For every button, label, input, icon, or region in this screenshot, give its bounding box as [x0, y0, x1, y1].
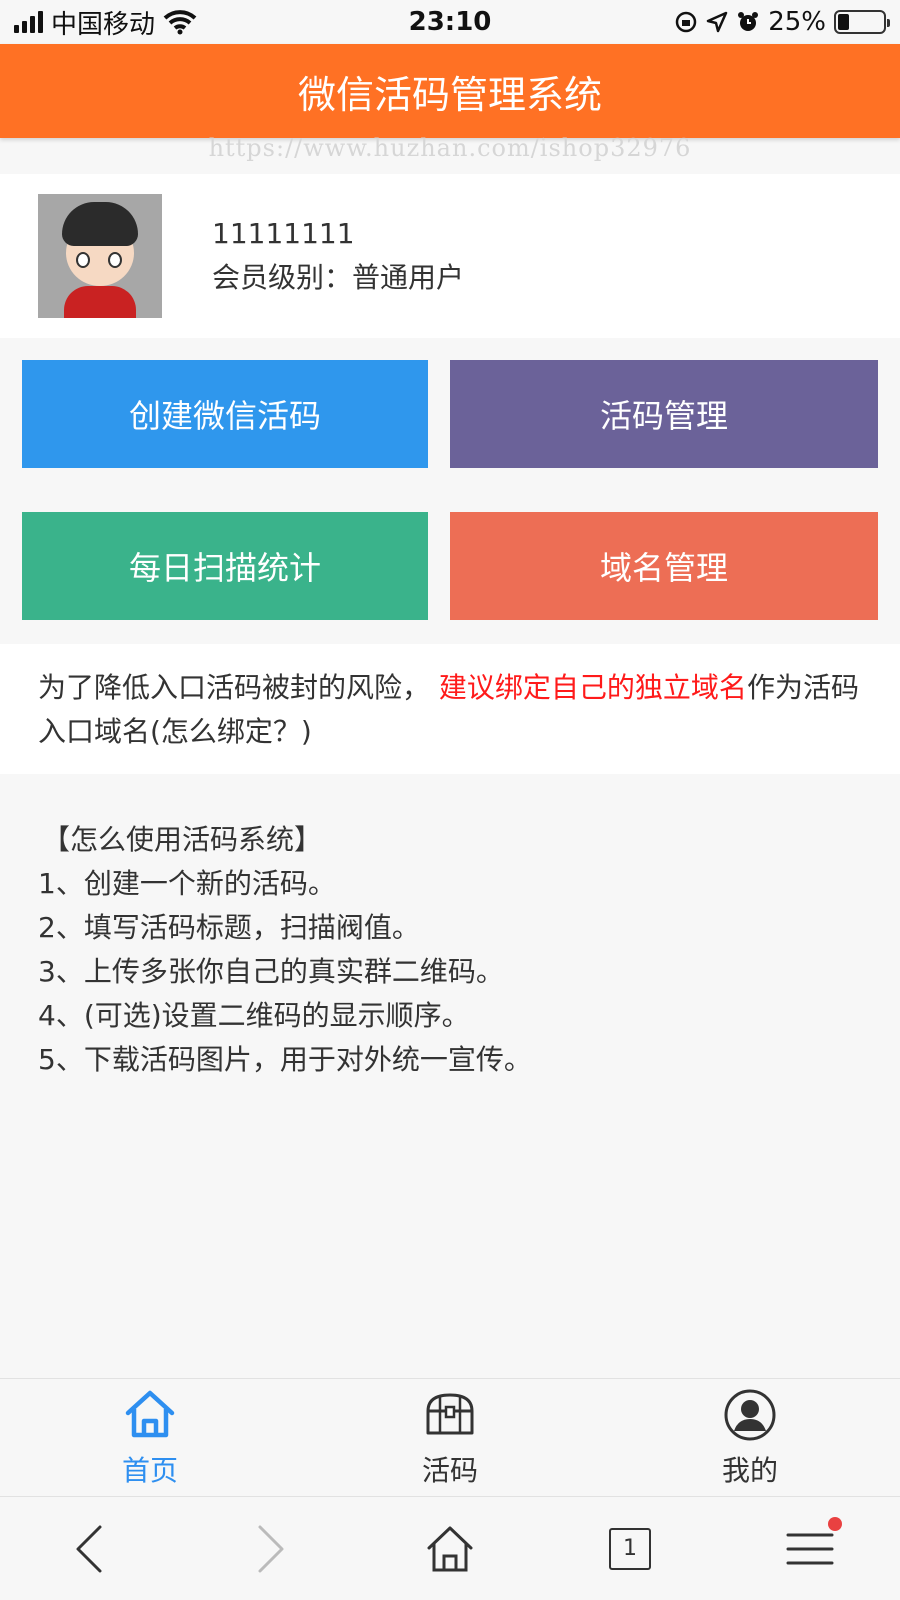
treasure-chest-icon — [426, 1393, 474, 1434]
username: 11111111 — [212, 217, 355, 250]
daily-scan-stats-button[interactable]: 每日扫描统计 — [22, 512, 428, 620]
create-code-button[interactable]: 创建微信活码 — [22, 360, 428, 468]
tab-count: 1 — [609, 1527, 651, 1570]
menu-icon — [786, 1533, 834, 1564]
browser-home-button[interactable] — [410, 1509, 490, 1589]
user-icon — [724, 1389, 776, 1440]
signal-icon — [14, 11, 43, 33]
location-icon — [706, 11, 728, 33]
tab-codes[interactable]: 活码 — [350, 1387, 550, 1489]
app-header: 微信活码管理系统 — [0, 44, 900, 138]
home-outline-icon — [427, 1526, 473, 1571]
guide-step: 4、(可选)设置二维码的显示顺序。 — [38, 999, 470, 1032]
guide-step: 3、上传多张你自己的真实群二维码。 — [38, 955, 504, 988]
guide-step: 1、创建一个新的活码。 — [38, 867, 336, 900]
notice-text: 为了降低入口活码被封的风险， — [38, 671, 431, 704]
tab-codes-label: 活码 — [421, 1453, 478, 1487]
page-title: 微信活码管理系统 — [297, 72, 602, 117]
menu-button[interactable] — [770, 1509, 850, 1589]
guide-title: 【怎么使用活码系统】 — [42, 823, 323, 856]
status-bar: 中国移动 23:10 25% — [0, 0, 900, 44]
battery-percent: 25% — [768, 7, 826, 37]
code-management-button[interactable]: 活码管理 — [450, 360, 878, 468]
domain-management-button[interactable]: 域名管理 — [450, 512, 878, 620]
avatar — [38, 194, 162, 318]
forward-button[interactable] — [230, 1509, 310, 1589]
tab-mine-label: 我的 — [721, 1453, 778, 1487]
action-grid: 创建微信活码 活码管理 每日扫描统计 域名管理 — [22, 360, 878, 622]
member-level: 会员级别：普通用户 — [212, 261, 465, 294]
back-button[interactable] — [50, 1509, 130, 1589]
rotation-lock-icon — [675, 11, 697, 33]
browser-toolbar: 1 — [0, 1496, 900, 1600]
watermark: https://www.huzhan.com/ishop32976 — [208, 134, 692, 162]
profile-card: 11111111 会员级别：普通用户 — [0, 174, 900, 338]
chevron-left-icon — [76, 1525, 102, 1572]
notice-highlight-link[interactable]: 建议绑定自己的独立域名 — [439, 671, 747, 704]
bottom-tab-bar: 首页 活码 我的 — [0, 1378, 900, 1496]
alarm-icon — [738, 12, 759, 31]
guide-step: 5、下载活码图片，用于对外统一宣传。 — [38, 1043, 532, 1076]
notification-dot — [828, 1516, 842, 1531]
domain-notice: 为了降低入口活码被封的风险， 建议绑定自己的独立域名作为活码入口域名(怎么绑定？… — [0, 644, 900, 774]
tab-home-label: 首页 — [121, 1453, 178, 1487]
chevron-right-icon — [258, 1525, 284, 1572]
home-icon — [125, 1390, 175, 1437]
tab-home[interactable]: 首页 — [50, 1387, 250, 1489]
usage-guide: 【怎么使用活码系统】 1、创建一个新的活码。 2、填写活码标题，扫描阀值。 3、… — [0, 796, 900, 1100]
tabs-button[interactable]: 1 — [590, 1509, 670, 1589]
tab-mine[interactable]: 我的 — [650, 1387, 850, 1489]
carrier-label: 中国移动 — [51, 9, 156, 40]
battery-icon — [834, 10, 890, 34]
guide-step: 2、填写活码标题，扫描阀值。 — [38, 911, 420, 944]
wifi-icon — [163, 10, 197, 35]
